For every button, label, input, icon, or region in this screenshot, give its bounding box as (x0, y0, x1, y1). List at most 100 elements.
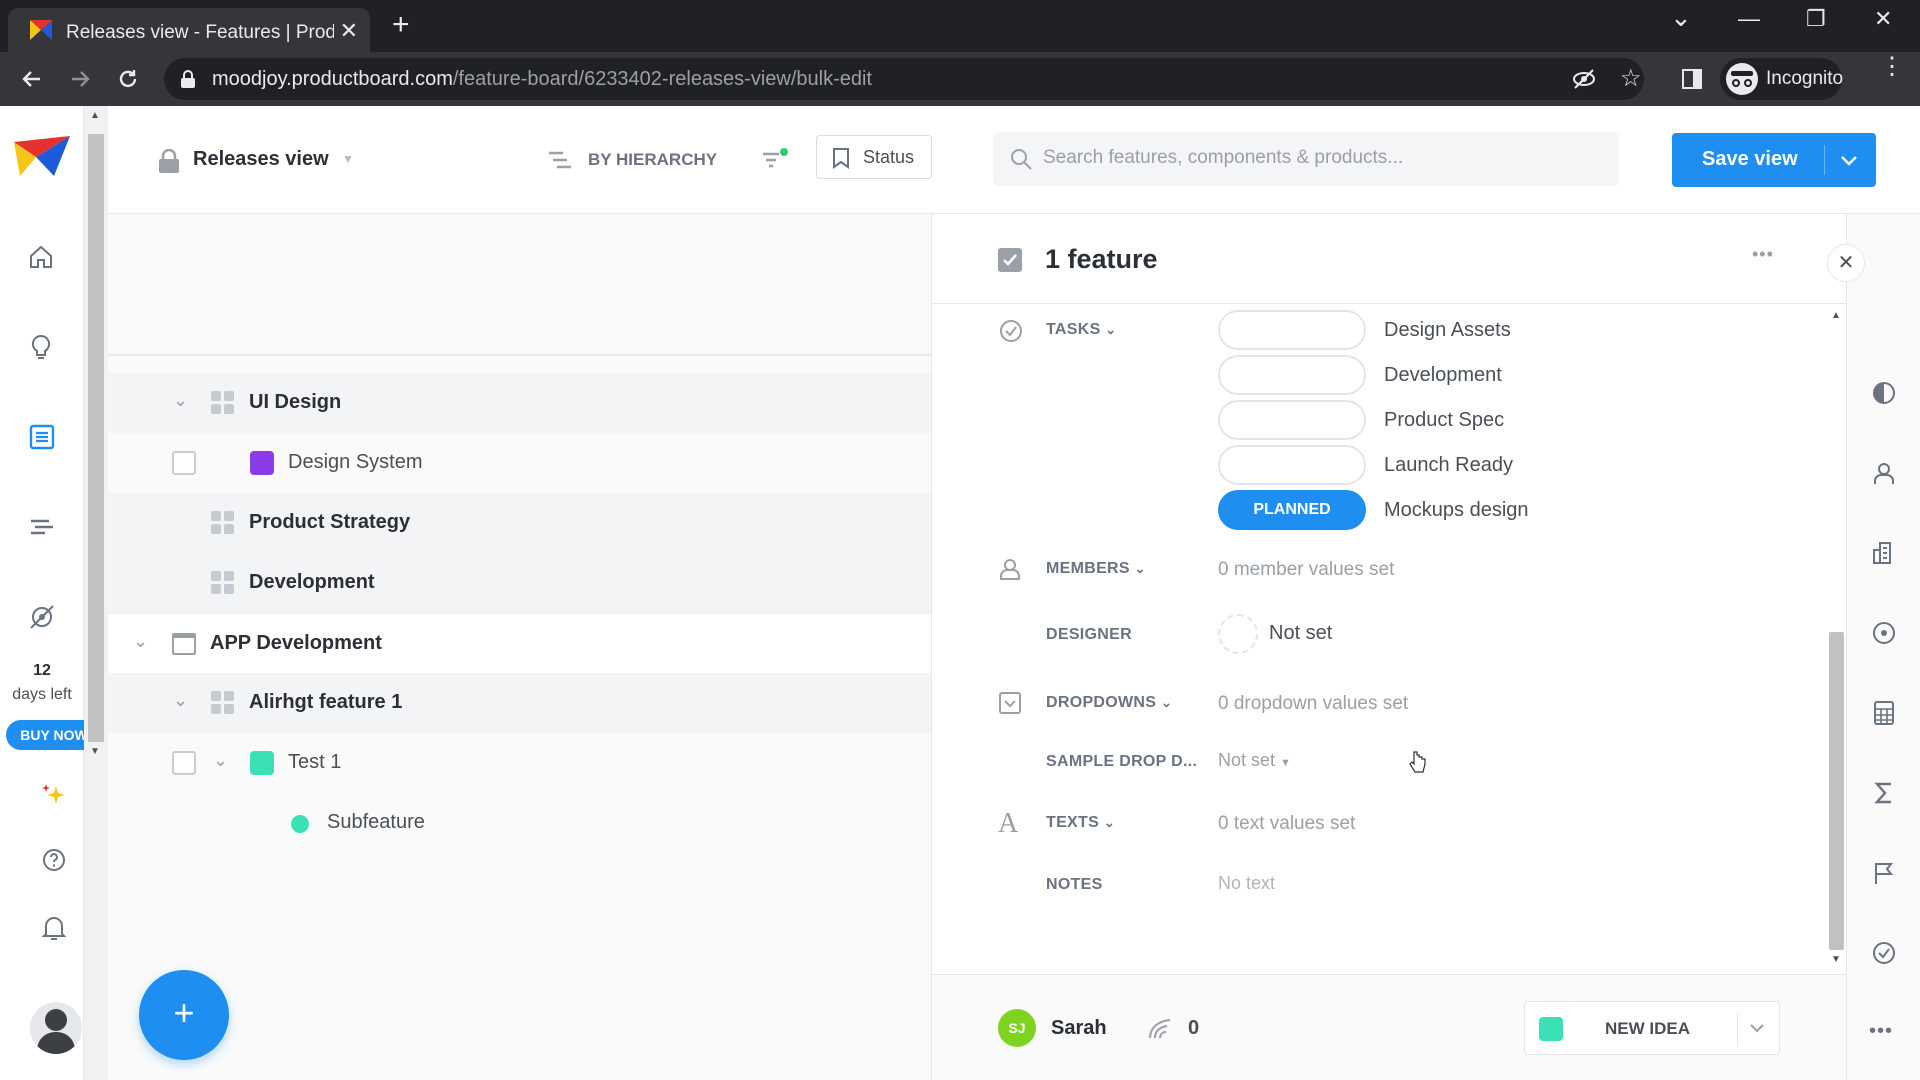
save-view-button[interactable]: Save view (1672, 133, 1876, 187)
task-status-planned[interactable]: PLANNED (1218, 490, 1366, 530)
minimize-icon[interactable]: — (1738, 6, 1760, 32)
browser-toolbar: moodjoy.productboard.com/feature-board/6… (0, 52, 1920, 106)
help-icon[interactable] (41, 847, 67, 873)
left-scrollbar[interactable]: ▲ ▼ (84, 106, 108, 1080)
task-status-pill[interactable] (1218, 355, 1366, 395)
check-circle-icon[interactable] (1871, 940, 1897, 966)
new-tab-button[interactable]: + (392, 8, 410, 42)
portal-icon[interactable] (29, 604, 55, 630)
select-all-checkbox[interactable] (998, 248, 1022, 272)
row-checkbox[interactable] (172, 751, 196, 775)
scroll-down-arrow-icon[interactable]: ▼ (90, 746, 100, 757)
list-item[interactable]: Development (108, 553, 931, 613)
reload-icon[interactable] (116, 67, 140, 91)
texts-icon: A (998, 808, 1019, 839)
user-icon[interactable] (1871, 460, 1897, 486)
list-item[interactable]: Subfeature (108, 793, 931, 853)
browser-menu-icon[interactable]: ⋮ (1880, 55, 1904, 79)
panel-scrollbar-thumb[interactable] (1829, 632, 1844, 950)
eye-off-icon[interactable] (1572, 68, 1596, 90)
designer-avatar-placeholder[interactable] (1218, 614, 1258, 654)
view-name[interactable]: Releases view (193, 148, 329, 171)
insights-icon[interactable] (29, 334, 53, 360)
restore-icon[interactable]: ❐ (1806, 6, 1826, 32)
company-icon[interactable] (1871, 540, 1897, 566)
status-button[interactable]: Status (816, 135, 932, 179)
scrollbar-thumb[interactable] (88, 134, 104, 742)
bell-icon[interactable] (41, 914, 67, 942)
members-section-toggle[interactable]: MEMBERS ⌄ (1046, 560, 1146, 578)
list-item[interactable]: ⌄ UI Design (108, 373, 931, 433)
hierarchy-icon (549, 151, 571, 169)
list-item-label: Test 1 (288, 751, 342, 773)
add-fab-button[interactable]: + (139, 970, 229, 1060)
grouping-selector[interactable]: BY HIERARCHY (588, 150, 717, 170)
close-tab-icon[interactable]: ✕ (340, 18, 358, 44)
dropdowns-value: 0 dropdown values set (1218, 693, 1409, 714)
home-icon[interactable] (28, 244, 54, 270)
list-item[interactable]: ⌄ Test 1 (108, 733, 931, 793)
chevron-down-icon[interactable]: ⌄ (133, 631, 148, 652)
features-icon[interactable] (29, 424, 55, 450)
scroll-up-arrow-icon[interactable]: ▲ (1831, 310, 1841, 321)
forward-icon[interactable] (68, 67, 92, 91)
window-close-icon[interactable]: ✕ (1874, 6, 1892, 32)
scroll-down-arrow-icon[interactable]: ▼ (1831, 954, 1841, 965)
notes-value[interactable]: No text (1218, 873, 1275, 894)
side-panel-icon[interactable] (1680, 67, 1704, 91)
row-checkbox[interactable] (172, 451, 196, 475)
save-view-label: Save view (1702, 148, 1798, 170)
sparkle-icon[interactable] (40, 782, 68, 810)
list-item[interactable]: ⌄ Alirhgt feature 1 (108, 673, 931, 733)
avatar-icon[interactable] (30, 1002, 82, 1054)
more-icon[interactable]: ••• (1869, 1020, 1893, 1043)
close-panel-button[interactable]: ✕ (1827, 244, 1865, 282)
user-avatar[interactable]: SJ (998, 1009, 1036, 1047)
search-field[interactable]: Search features, components & products..… (993, 132, 1619, 186)
chevron-down-icon[interactable]: ⌄ (213, 750, 228, 771)
task-status-pill[interactable] (1218, 310, 1366, 350)
texts-value: 0 text values set (1218, 813, 1356, 834)
chevron-down-icon[interactable] (1840, 155, 1858, 167)
view-dropdown-icon[interactable]: ▼ (342, 152, 354, 166)
sigma-icon[interactable] (1871, 780, 1897, 806)
roadmap-icon[interactable] (29, 514, 55, 540)
insights-count-icon (1149, 1019, 1171, 1039)
dropdowns-section-toggle[interactable]: DROPDOWNS ⌄ (1046, 694, 1172, 712)
scroll-up-arrow-icon[interactable]: ▲ (90, 110, 100, 121)
target-icon[interactable] (1871, 620, 1897, 646)
address-bar[interactable]: moodjoy.productboard.com/feature-board/6… (164, 58, 1644, 100)
sample-drop-value: Not set (1218, 750, 1276, 770)
task-status-pill[interactable] (1218, 400, 1366, 440)
chevron-down-icon[interactable]: ⌄ (173, 390, 188, 411)
list-item-label: Subfeature (327, 811, 425, 833)
dropdowns-label: DROPDOWNS (1046, 694, 1157, 711)
designer-value[interactable]: Not set (1269, 622, 1332, 645)
browser-tab[interactable]: Releases view - Features | Productboard … (8, 8, 370, 52)
back-icon[interactable] (20, 67, 44, 91)
component-icon (211, 391, 235, 415)
incognito-badge[interactable]: Incognito (1720, 58, 1843, 100)
status-color-icon (1539, 1017, 1563, 1041)
user-name[interactable]: Sarah (1051, 1017, 1107, 1040)
task-status-pill[interactable] (1218, 445, 1366, 485)
bookmark-star-icon[interactable]: ☆ (1620, 64, 1642, 93)
progress-icon[interactable] (1871, 380, 1897, 406)
list-item[interactable]: ⌄ APP Development (108, 613, 931, 673)
chevron-down-icon[interactable] (1749, 1023, 1765, 1035)
tasks-section-toggle[interactable]: TASKS ⌄ (1046, 321, 1117, 339)
list-item[interactable]: Design System (108, 433, 931, 493)
calculator-icon[interactable] (1871, 700, 1897, 726)
chevron-down-icon[interactable]: ⌄ (173, 690, 188, 711)
sample-drop-select[interactable]: Not set ▼ (1218, 750, 1291, 771)
list-item[interactable]: Product Strategy (108, 493, 931, 553)
status-selector[interactable]: NEW IDEA (1524, 1001, 1780, 1055)
more-options-icon[interactable]: ••• (1752, 244, 1774, 265)
tab-search-icon[interactable]: ⌄ (1670, 2, 1692, 33)
subfeature-color-icon (291, 815, 309, 833)
flag-icon[interactable] (1871, 860, 1897, 886)
filter-icon[interactable] (762, 148, 788, 172)
texts-section-toggle[interactable]: TEXTS ⌄ (1046, 814, 1115, 832)
logo-icon[interactable] (14, 136, 70, 178)
panel-scrollbar[interactable]: ▲ ▼ (1826, 310, 1847, 975)
